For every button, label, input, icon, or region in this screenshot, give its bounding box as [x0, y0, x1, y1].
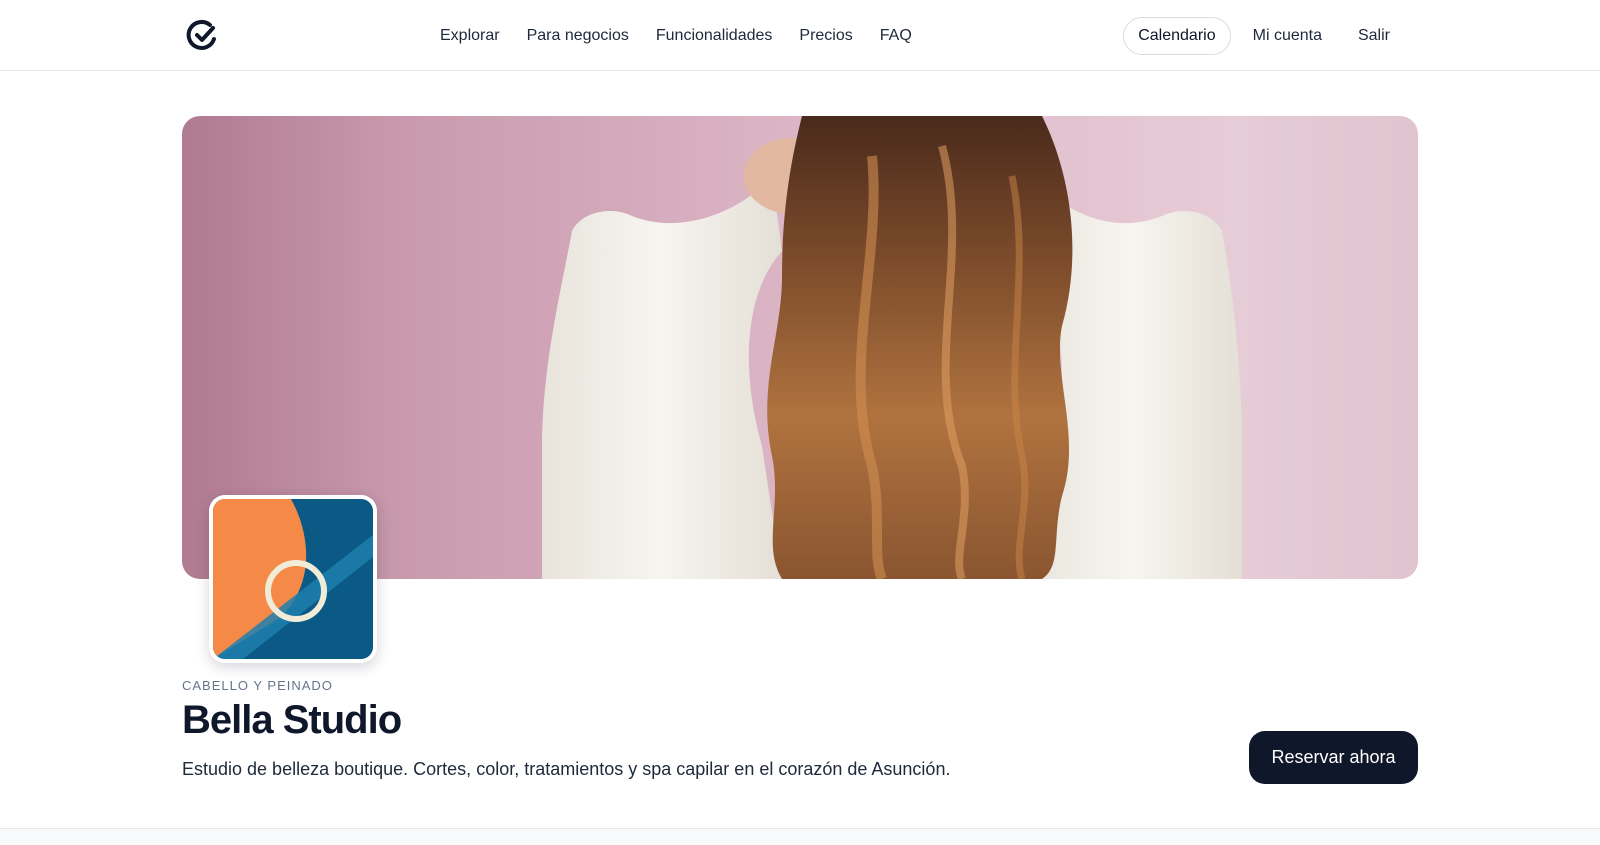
- user-nav: Calendario Mi cuenta Salir: [1123, 0, 1390, 71]
- check-circle-logo-icon[interactable]: [186, 18, 218, 52]
- nav-link-explorar[interactable]: Explorar: [440, 27, 500, 45]
- business-logo: [209, 495, 377, 663]
- nav-link-precios[interactable]: Precios: [799, 27, 852, 45]
- section-divider: [0, 828, 1600, 845]
- main-nav: Explorar Para negocios Funcionalidades P…: [440, 0, 939, 71]
- business-name: Bella Studio: [182, 698, 402, 742]
- calendar-button[interactable]: Calendario: [1123, 16, 1231, 55]
- nav-link-para-negocios[interactable]: Para negocios: [527, 27, 629, 45]
- business-category: CABELLO Y PEINADO: [182, 678, 333, 693]
- nav-link-funcionalidades[interactable]: Funcionalidades: [656, 27, 773, 45]
- top-navigation-bar: Explorar Para negocios Funcionalidades P…: [0, 0, 1600, 71]
- business-logo-image: [213, 499, 373, 659]
- logout-link[interactable]: Salir: [1358, 27, 1390, 45]
- left-arm-shape: [542, 176, 782, 579]
- account-link[interactable]: Mi cuenta: [1253, 27, 1322, 45]
- business-description: Estudio de belleza boutique. Cortes, col…: [182, 759, 951, 779]
- book-now-button[interactable]: Reservar ahora: [1249, 731, 1418, 784]
- nav-link-faq[interactable]: FAQ: [880, 27, 912, 45]
